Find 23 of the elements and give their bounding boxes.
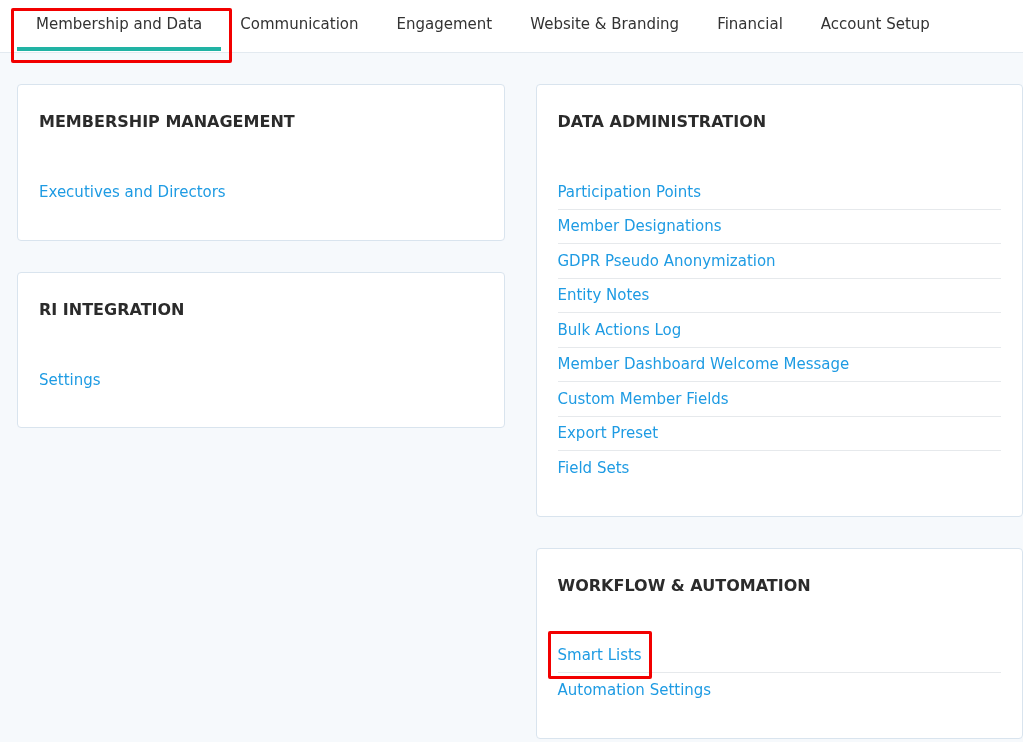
- tab[interactable]: Engagement: [377, 0, 512, 51]
- tab[interactable]: Account Setup: [801, 0, 949, 51]
- section-title: MEMBERSHIP MANAGEMENT: [39, 111, 296, 133]
- link[interactable]: Participation Points: [557, 182, 701, 201]
- link[interactable]: Member Dashboard Welcome Message: [557, 355, 850, 374]
- link[interactable]: Executives and Directors: [39, 183, 226, 202]
- link[interactable]: Field Sets: [557, 459, 630, 478]
- link[interactable]: Export Preset: [557, 424, 659, 443]
- tab[interactable]: Website & Branding: [511, 0, 699, 51]
- link[interactable]: Entity Notes: [557, 286, 650, 305]
- link[interactable]: Custom Member Fields: [557, 389, 729, 408]
- link[interactable]: Bulk Actions Log: [557, 320, 682, 339]
- link[interactable]: Member Designations: [557, 217, 722, 236]
- section-title: RI INTEGRATION: [39, 298, 186, 321]
- section-title: WORKFLOW & AUTOMATION: [557, 574, 812, 597]
- section-title: DATA ADMINISTRATION: [557, 111, 768, 133]
- tab[interactable]: Financial: [698, 0, 802, 51]
- link[interactable]: Automation Settings: [557, 681, 712, 700]
- link[interactable]: Settings: [39, 370, 101, 389]
- tab[interactable]: Communication: [221, 0, 378, 51]
- link[interactable]: GDPR Pseudo Anonymization: [557, 251, 776, 270]
- tab[interactable]: Membership and Data: [17, 0, 222, 51]
- link[interactable]: Smart Lists: [557, 646, 642, 665]
